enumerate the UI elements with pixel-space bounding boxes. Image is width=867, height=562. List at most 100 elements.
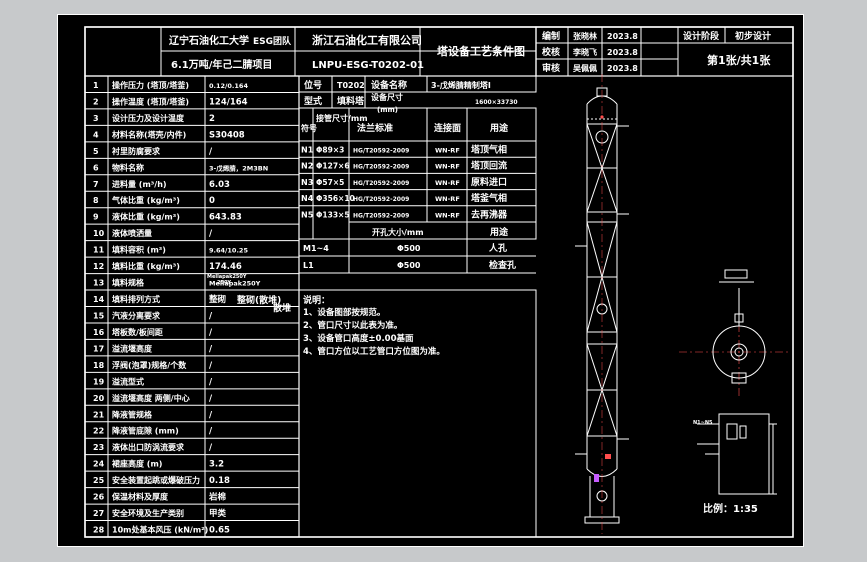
param-name: 溢流堰高度 两侧/中心 [112,393,190,403]
param-number: 12 [93,262,104,271]
note-line: 3、设备管口高度±0.00基面 [303,333,414,344]
param-value: 3.2 [209,460,224,470]
param-number: 3 [93,114,99,123]
param-number: 15 [93,311,105,320]
param-name: 填料排列方式 [112,294,160,304]
nozzle-standard: HG/T20592-2009 [353,196,409,203]
nozzle-standard: HG/T20592-2009 [353,212,409,219]
param-name: 操作温度 (塔顶/塔釜) [112,96,189,106]
param-value: 6.03 [209,180,230,190]
parameter-table: 1 操作压力 (塔顶/塔釜) 0.12/0.1642 操作温度 (塔顶/塔釜) 124/… [84,75,300,538]
nozzle-symbol: N5 [301,210,314,219]
param-name: 裙座高度 (m) [111,459,162,469]
param-name: 保温材料及厚度 [111,492,169,502]
nozzle-symbol: N1 [301,146,314,155]
param-value: / [209,394,213,404]
param-value: 0.12/0.164 [209,82,248,90]
manhole-header-size: 开孔大小/mm [372,227,424,237]
nozzle-use: 去再沸器 [471,208,508,220]
nozzle-use: 塔顶回流 [471,160,507,172]
nozzle-detail-view: N1~N5 比例：1:35 [693,413,777,515]
param-value: 3-戊烯腈，2M3BN [209,163,268,172]
param-number: 22 [93,427,104,436]
param-number: 4 [93,130,99,139]
param-name: 设计压力及设计温度 [112,113,185,123]
param-value: / [209,427,213,437]
nozzle-standard: HG/T20592-2009 [353,180,409,187]
equipment-name: 3-戊烯腈精制塔Ⅰ [431,80,491,90]
param-name: 物料名称 [112,162,144,172]
title-block-right: 初步设计 设计阶段 第1张/共1张 编制 张晓林 2023.8 校核 李晓飞 2023.8… [535,26,794,77]
param-number: 18 [93,361,105,370]
param-name: 溢流堰高度 [112,343,153,353]
param-number: 24 [93,460,105,469]
overlay-label: 整砌 [236,294,255,306]
param-number: 17 [93,344,104,353]
param-number: 19 [93,377,105,386]
param-value: / [209,344,213,354]
param-number: 11 [93,246,105,255]
nozzle-use: 塔顶气相 [471,144,507,156]
manhole-use: 检查孔 [489,259,516,271]
param-value: / [209,328,213,338]
sheet-info: 第1张/共1张 [707,53,771,67]
param-value: 0.18 [209,476,230,486]
manhole-symbol: M1~4 [303,244,329,253]
role-label: 校核 [542,46,560,58]
param-value: 0 [209,196,215,206]
notes-title: 说明： [303,294,330,306]
param-number: 21 [93,410,105,419]
tag-value: T0202 [337,81,365,90]
stage-value: 初步设计 [735,30,771,42]
role-date: 2023.8 [607,48,638,57]
param-name: 进料量 (m³/h) [112,179,167,189]
manhole-header-use: 用途 [489,226,509,238]
param-name: 材料名称(塔壳/内件) [112,129,186,139]
param-name: 安全环境及生产类别 [112,508,184,518]
param-number: 28 [93,526,105,535]
nozzle-symbol: N2 [301,162,313,171]
param-number: 25 [93,476,105,485]
param-number: 8 [93,196,99,205]
param-number: 7 [93,180,99,189]
role-name: 吴佩佩 [573,63,597,73]
project-name: 6.1万吨/年己二腈项目 [171,58,272,71]
param-name: 10m处基本风压 (kN/m²) [112,525,208,535]
param-name: 液体出口防涡流要求 [112,442,185,452]
title-block-left: 辽宁石油化工大学 ESG团队 浙江石油化工有限公司 6.1万吨/年己二腈项目 L… [84,26,537,77]
manhole-symbol: L1 [303,261,314,270]
param-name: 浮阀(泡罩)规格/个数 [112,360,187,370]
nozzle-size: Φ127×6 [316,162,350,171]
role-name: 张晓林 [573,31,597,41]
param-name: 降液管底隙 (mm) [112,426,179,436]
role-label: 审核 [542,62,560,74]
stage-label: 设计阶段 [683,30,720,42]
param-number: 16 [93,328,105,337]
param-number: 1 [93,81,99,90]
drawing-title: 塔设备工艺条件图 [437,44,525,58]
nozzle-face: WN-RF [435,163,460,171]
param-value: / [209,410,213,420]
role-date: 2023.8 [607,64,638,73]
role-name: 李晓飞 [572,47,597,57]
param-number: 23 [93,443,104,452]
type-label: 型式 [304,95,322,107]
company-name: 浙江石油化工有限公司 [312,33,422,47]
nozzle-face: WN-RF [435,195,460,203]
param-number: 5 [93,147,99,156]
nozzle-size: Φ89×3 [316,146,344,155]
param-value: 2 [209,114,215,124]
nozzle-face: WN-RF [435,147,460,155]
nozzle-face: WN-RF [435,179,460,187]
param-name: 降液管规格 [112,409,153,419]
role-label: 编制 [542,30,560,42]
param-name: 衬里防腐要求 [111,146,161,156]
equipment-name-label: 设备名称 [371,79,407,91]
note-line: 4、管口方位以工艺管口方位图为准。 [303,346,445,357]
param-name: 塔板数/板间距 [112,327,163,337]
param-value: 9.64/10.25 [209,247,248,255]
param-value: 甲类 [209,508,227,519]
param-name: 填料规格 [112,278,145,288]
nozzle-table: 符号 接管尺寸/mm 法兰标准 连接面 用途 开孔大小/mm 用途 N1 Φ89×… [298,107,537,274]
size-value: 1600×33730 [475,99,518,106]
